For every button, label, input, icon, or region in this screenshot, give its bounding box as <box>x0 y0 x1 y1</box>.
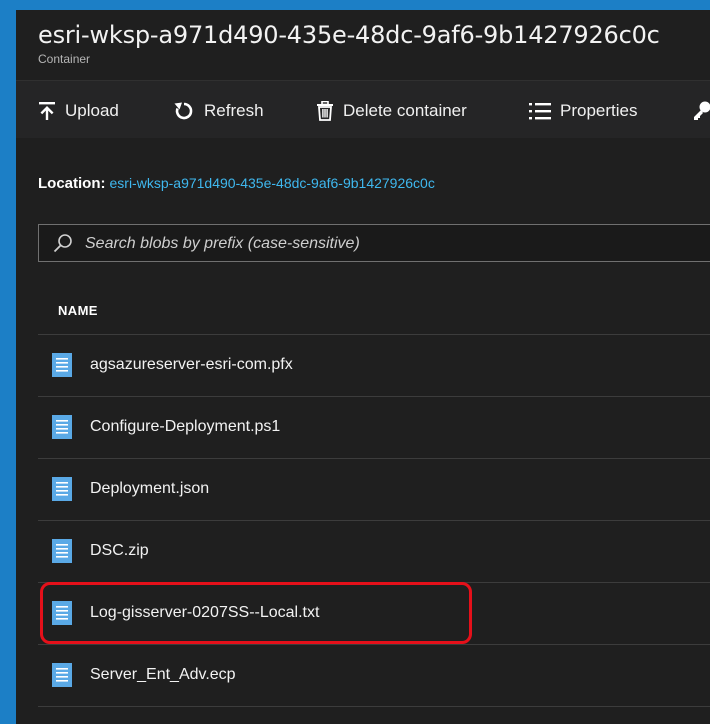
file-icon <box>52 353 72 382</box>
blob-list: agsazureserver-esri-com.pfx Configure-De… <box>38 334 710 707</box>
page-title: esri-wksp-a971d490-435e-48dc-9af6-9b1427… <box>38 21 660 49</box>
blob-row[interactable]: Configure-Deployment.ps1 <box>38 396 710 458</box>
location-link[interactable]: esri-wksp-a971d490-435e-48dc-9af6-9b1427… <box>110 175 435 191</box>
column-header-name[interactable]: NAME <box>58 303 98 318</box>
search-input[interactable] <box>83 225 707 263</box>
blob-row[interactable]: DSC.zip <box>38 520 710 582</box>
blob-row[interactable]: Deployment.json <box>38 458 710 520</box>
blob-name: DSC.zip <box>90 542 149 559</box>
blob-name: Configure-Deployment.ps1 <box>90 418 281 435</box>
blob-row[interactable]: agsazureserver-esri-com.pfx <box>38 334 710 396</box>
file-icon <box>52 663 72 692</box>
blade-header: esri-wksp-a971d490-435e-48dc-9af6-9b1427… <box>16 10 710 80</box>
blob-row[interactable]: Server_Ent_Adv.ecp <box>38 644 710 707</box>
location-label: Location: <box>38 175 106 192</box>
blob-row[interactable]: Log-gisserver-0207SS--Local.txt <box>38 582 710 644</box>
properties-button[interactable]: Properties <box>529 98 637 124</box>
search-box[interactable] <box>38 224 710 263</box>
refresh-label: Refresh <box>204 101 264 120</box>
upload-label: Upload <box>65 101 119 120</box>
location-line: Location: esri-wksp-a971d490-435e-48dc-9a… <box>38 175 435 192</box>
trash-icon <box>316 101 334 121</box>
refresh-button[interactable]: Refresh <box>173 98 264 124</box>
search-icon <box>53 233 73 258</box>
command-bar: Upload Refresh Delete container Properti… <box>16 80 710 139</box>
upload-button[interactable]: Upload <box>38 98 119 124</box>
blob-name: Deployment.json <box>90 480 210 497</box>
blob-name: agsazureserver-esri-com.pfx <box>90 356 293 373</box>
file-icon <box>52 539 72 568</box>
delete-container-button[interactable]: Delete container <box>316 98 467 124</box>
key-icon <box>692 100 710 122</box>
file-icon <box>52 601 72 630</box>
blob-name: Log-gisserver-0207SS--Local.txt <box>90 604 320 621</box>
upload-icon <box>38 101 56 121</box>
file-icon <box>52 477 72 506</box>
page-subtitle: Container <box>38 52 91 66</box>
list-icon <box>529 101 551 121</box>
blob-list-pane: Location: esri-wksp-a971d490-435e-48dc-9a… <box>16 138 710 724</box>
access-policy-button[interactable] <box>692 98 710 124</box>
file-icon <box>52 415 72 444</box>
refresh-icon <box>173 100 195 122</box>
delete-container-label: Delete container <box>343 101 467 120</box>
blob-container-blade: esri-wksp-a971d490-435e-48dc-9af6-9b1427… <box>16 10 710 724</box>
properties-label: Properties <box>560 101 638 120</box>
blob-name: Server_Ent_Adv.ecp <box>90 666 236 683</box>
